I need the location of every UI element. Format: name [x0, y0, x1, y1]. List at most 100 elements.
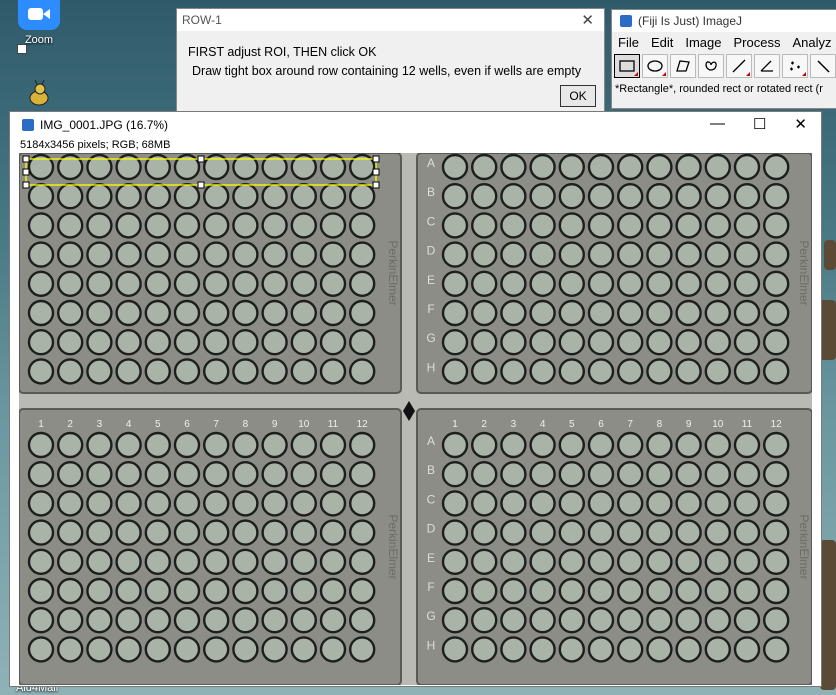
- ok-button[interactable]: OK: [560, 85, 596, 107]
- well: [319, 577, 347, 605]
- oval-tool[interactable]: [642, 54, 668, 78]
- polygon-tool[interactable]: [670, 54, 696, 78]
- well: [529, 490, 556, 517]
- plate-row-label: D: [427, 522, 436, 536]
- well: [529, 270, 556, 298]
- well: [27, 519, 55, 546]
- well: [202, 212, 230, 239]
- well: [704, 153, 731, 181]
- menu-image[interactable]: Image: [679, 35, 727, 50]
- close-icon[interactable]: ✕: [794, 115, 807, 133]
- plate-column-label: 11: [328, 419, 339, 430]
- plate-column-label: 12: [771, 419, 783, 430]
- well: [57, 299, 84, 327]
- menu-analyze[interactable]: Analyz: [786, 35, 836, 50]
- well: [763, 328, 790, 356]
- well: [558, 461, 585, 488]
- image-canvas[interactable]: PerkinElmer A B C D E F G H PerkinElmer 1 2 3 4 5 6 7 8 9 1…: [19, 153, 812, 685]
- well: [558, 299, 585, 327]
- multipoint-tool[interactable]: [782, 54, 808, 78]
- well: [441, 153, 469, 181]
- menu-process[interactable]: Process: [728, 35, 787, 50]
- rectangle-tool[interactable]: [614, 54, 640, 78]
- plate-column-label: 2: [67, 419, 73, 430]
- well: [232, 270, 259, 298]
- well: [261, 490, 288, 517]
- well: [646, 328, 673, 356]
- well: [202, 328, 230, 356]
- well: [261, 328, 288, 356]
- well: [704, 461, 731, 488]
- well: [27, 431, 55, 459]
- well: [471, 548, 498, 575]
- well: [173, 183, 201, 210]
- well: [471, 431, 498, 459]
- well: [86, 328, 113, 356]
- well: [617, 183, 644, 210]
- dialog-titlebar[interactable]: ROW-1 ✕: [177, 9, 604, 31]
- well: [115, 577, 142, 605]
- polygon-icon: [676, 60, 690, 72]
- plate-column-label: 9: [272, 419, 278, 430]
- well: [27, 358, 55, 385]
- well: [675, 183, 702, 210]
- well: [173, 548, 201, 575]
- well: [471, 328, 498, 356]
- well: [441, 270, 469, 298]
- angle-tool[interactable]: [754, 54, 780, 78]
- well: [646, 548, 673, 575]
- well: [529, 328, 556, 356]
- well: [587, 519, 615, 546]
- well: [441, 607, 469, 634]
- zoom-desktop-icon[interactable]: Zoom: [14, 0, 64, 46]
- imagej-toolbar: [612, 52, 836, 80]
- well: [57, 270, 84, 298]
- plate-row-label: F: [427, 302, 434, 316]
- well: [86, 519, 113, 546]
- well: [202, 270, 230, 298]
- well: [587, 636, 615, 663]
- well: [587, 153, 615, 181]
- image-titlebar[interactable]: IMG_0001.JPG (16.7%) — ☐ ✕: [10, 112, 821, 138]
- well: [646, 270, 673, 298]
- minimize-icon[interactable]: —: [710, 115, 725, 133]
- well: [733, 328, 761, 356]
- well: [57, 548, 84, 575]
- freehand-tool[interactable]: [698, 54, 724, 78]
- well: [675, 577, 702, 605]
- well: [232, 607, 259, 634]
- well: [86, 636, 113, 663]
- well: [202, 519, 230, 546]
- maximize-icon[interactable]: ☐: [753, 115, 766, 133]
- plate-column-label: 2: [481, 419, 487, 430]
- well: [733, 548, 761, 575]
- close-icon[interactable]: ✕: [581, 11, 594, 29]
- roi-handle: [197, 155, 205, 163]
- menu-edit[interactable]: Edit: [645, 35, 679, 50]
- wand-tool[interactable]: [810, 54, 836, 78]
- dialog-instruction-1: FIRST adjust ROI, THEN click OK: [188, 45, 377, 59]
- well: [290, 490, 317, 517]
- oval-icon: [647, 60, 663, 72]
- snail-desktop-icon[interactable]: [28, 80, 50, 106]
- roi-handle: [372, 168, 380, 176]
- menu-file[interactable]: File: [612, 35, 645, 50]
- imagej-titlebar[interactable]: (Fiji Is Just) ImageJ: [612, 10, 836, 32]
- well: [319, 636, 347, 663]
- plate-row-label: E: [427, 551, 435, 565]
- well: [202, 358, 230, 385]
- well: [733, 607, 761, 634]
- well: [115, 607, 142, 634]
- plate-column-label: 5: [155, 419, 161, 430]
- line-tool[interactable]: [726, 54, 752, 78]
- well: [529, 153, 556, 181]
- well: [57, 636, 84, 663]
- plate-row-label: E: [427, 273, 435, 287]
- well: [115, 636, 142, 663]
- well: [500, 270, 527, 298]
- well: [675, 607, 702, 634]
- well: [704, 358, 731, 385]
- well: [587, 270, 615, 298]
- well: [349, 183, 376, 210]
- well: [704, 490, 731, 517]
